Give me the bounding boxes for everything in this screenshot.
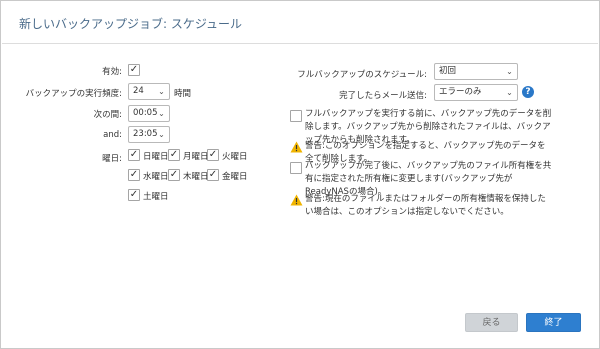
email-value: エラーのみ	[439, 87, 482, 97]
title-divider	[2, 43, 598, 44]
day-label-thursday: 木曜日	[183, 172, 209, 182]
delete-destination-checkbox[interactable]	[290, 110, 302, 122]
warning-icon	[290, 141, 303, 153]
email-label: 完了したらメール送信:	[339, 91, 427, 101]
dialog-title: 新しいバックアップジョブ: スケジュール	[19, 17, 243, 31]
chevron-down-icon: ⌄	[158, 109, 165, 118]
frequency-unit: 時間	[174, 89, 192, 99]
day-checkbox-friday[interactable]: ✓	[207, 169, 219, 181]
change-ownership-checkbox[interactable]	[290, 162, 302, 174]
chevron-down-icon: ⌄	[506, 67, 513, 76]
help-icon[interactable]: ?	[522, 86, 534, 98]
day-checkbox-sunday[interactable]: ✓	[128, 149, 140, 161]
frequency-label: バックアップの実行頻度:	[25, 89, 122, 99]
between-value: 00:05	[133, 108, 158, 118]
check-icon: ✓	[129, 169, 139, 180]
day-checkbox-monday[interactable]: ✓	[168, 149, 180, 161]
back-button[interactable]: 戻る	[465, 313, 518, 332]
finish-button[interactable]: 終了	[526, 313, 581, 332]
email-select[interactable]: エラーのみ ⌄	[434, 84, 518, 101]
day-label-tuesday: 火曜日	[222, 152, 248, 162]
dialog-window: 新しいバックアップジョブ: スケジュール 有効: ✓ バックアップの実行頻度: …	[0, 0, 600, 349]
day-label-saturday: 土曜日	[143, 192, 169, 202]
chevron-down-icon: ⌄	[158, 87, 165, 96]
full-backup-value: 初回	[439, 66, 457, 76]
full-backup-select[interactable]: 初回 ⌄	[434, 63, 518, 80]
and-label: and:	[103, 130, 122, 140]
day-label-friday: 金曜日	[222, 172, 248, 182]
check-icon: ✓	[129, 149, 139, 160]
warning-icon	[290, 194, 303, 206]
enabled-checkbox[interactable]: ✓	[128, 64, 140, 76]
and-time-select[interactable]: 23:05 ⌄	[128, 126, 170, 143]
day-label-monday: 月曜日	[183, 152, 209, 162]
warning-ownership-text: 警告:現在のファイルまたはフォルダーの所有権情報を保持したい場合は、このオプショ…	[305, 194, 546, 217]
full-backup-label: フルバックアップのスケジュール:	[297, 70, 427, 80]
day-label-wednesday: 水曜日	[143, 172, 169, 182]
days-label: 曜日:	[102, 154, 122, 164]
enabled-label: 有効:	[102, 67, 122, 77]
day-checkbox-saturday[interactable]: ✓	[128, 189, 140, 201]
between-label: 次の間:	[93, 110, 122, 120]
check-icon: ✓	[169, 169, 179, 180]
day-checkbox-wednesday[interactable]: ✓	[128, 169, 140, 181]
check-icon: ✓	[208, 149, 218, 160]
chevron-down-icon: ⌄	[158, 130, 165, 139]
day-checkbox-thursday[interactable]: ✓	[168, 169, 180, 181]
check-icon: ✓	[129, 189, 139, 200]
day-checkbox-tuesday[interactable]: ✓	[207, 149, 219, 161]
chevron-down-icon: ⌄	[506, 88, 513, 97]
frequency-select[interactable]: 24 ⌄	[128, 83, 170, 100]
day-label-sunday: 日曜日	[143, 152, 169, 162]
frequency-value: 24	[133, 86, 144, 96]
and-value: 23:05	[133, 129, 158, 139]
check-icon: ✓	[169, 149, 179, 160]
check-icon: ✓	[129, 64, 139, 75]
between-time-select[interactable]: 00:05 ⌄	[128, 105, 170, 122]
check-icon: ✓	[208, 169, 218, 180]
